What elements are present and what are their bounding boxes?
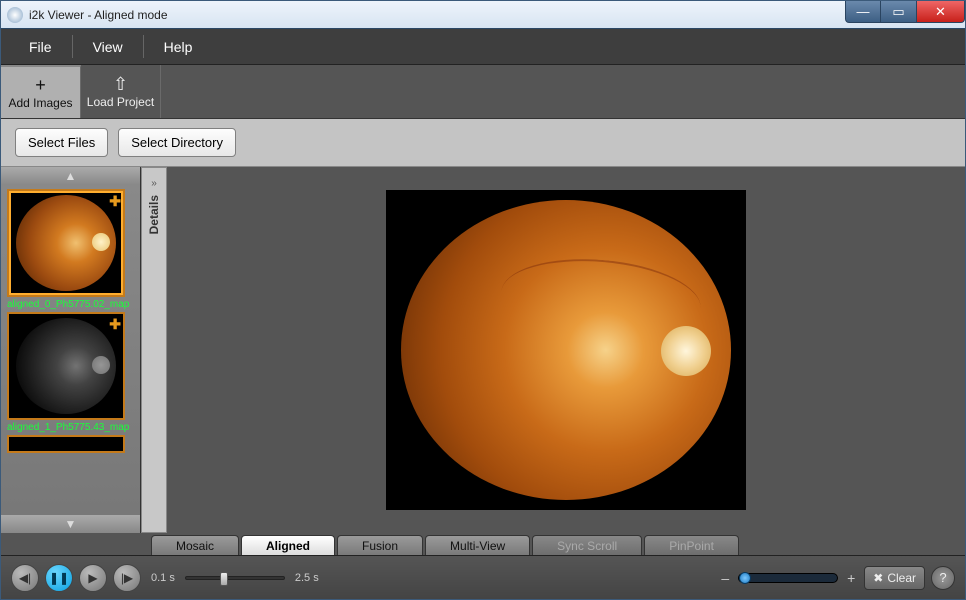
- view-mode-tabs: Mosaic Aligned Fusion Multi-View Sync Sc…: [1, 533, 965, 555]
- maximize-button[interactable]: ▭: [881, 1, 917, 23]
- app-icon: [7, 7, 23, 23]
- retina-image: [401, 200, 731, 500]
- window-controls: — ▭ ✕: [845, 1, 965, 23]
- plus-icon: +: [35, 76, 46, 94]
- select-directory-button[interactable]: Select Directory: [118, 128, 236, 157]
- tab-multiview[interactable]: Multi-View: [425, 535, 530, 555]
- clear-button[interactable]: ✖ Clear: [864, 566, 925, 590]
- step-forward-button[interactable]: |▶: [113, 564, 141, 592]
- thumbnail-sidebar: ▲ ✚ aligned_0_Ph5775.02_map ✚ aligned_1_…: [1, 167, 141, 533]
- image-frame: [386, 190, 746, 510]
- sub-toolbar: Select Files Select Directory: [1, 119, 965, 167]
- zoom-out-button[interactable]: –: [718, 570, 732, 586]
- thumbnail-item[interactable]: [7, 435, 125, 453]
- toolbar: + Add Images ⇧ Load Project: [1, 65, 965, 119]
- close-button[interactable]: ✕: [917, 1, 965, 23]
- tab-aligned[interactable]: Aligned: [241, 535, 335, 555]
- app-window: i2k Viewer - Aligned mode — ▭ ✕ File Vie…: [0, 0, 966, 600]
- tab-syncscroll: Sync Scroll: [532, 535, 642, 555]
- tab-fusion[interactable]: Fusion: [337, 535, 423, 555]
- titlebar[interactable]: i2k Viewer - Aligned mode — ▭ ✕: [1, 1, 965, 29]
- menu-view[interactable]: View: [73, 29, 143, 64]
- window-title: i2k Viewer - Aligned mode: [29, 8, 168, 22]
- clear-label: Clear: [887, 571, 916, 585]
- speed-slider[interactable]: [185, 576, 285, 580]
- load-project-button[interactable]: ⇧ Load Project: [81, 65, 161, 118]
- add-images-label: Add Images: [8, 96, 72, 110]
- details-label: Details: [147, 195, 161, 234]
- add-overlay-icon[interactable]: ✚: [109, 316, 121, 333]
- add-images-button[interactable]: + Add Images: [1, 65, 81, 118]
- thumbnail-label: aligned_0_Ph5775.02_map: [7, 299, 134, 310]
- select-files-button[interactable]: Select Files: [15, 128, 108, 157]
- chevron-right-icon: »: [151, 178, 157, 189]
- minimize-button[interactable]: —: [845, 1, 881, 23]
- workspace: ▲ ✚ aligned_0_Ph5775.02_map ✚ aligned_1_…: [1, 167, 965, 533]
- scroll-up-button[interactable]: ▲: [1, 167, 140, 185]
- tab-mosaic[interactable]: Mosaic: [151, 535, 239, 555]
- time-max-label: 2.5 s: [295, 572, 319, 584]
- retina-thumb-icon: [16, 195, 116, 291]
- zoom-in-button[interactable]: +: [844, 570, 858, 586]
- zoom-knob[interactable]: [739, 572, 751, 584]
- menu-help[interactable]: Help: [144, 29, 213, 64]
- load-project-label: Load Project: [87, 95, 154, 109]
- thumbnail-list: ✚ aligned_0_Ph5775.02_map ✚ aligned_1_Ph…: [1, 185, 140, 515]
- add-overlay-icon[interactable]: ✚: [109, 193, 121, 210]
- x-icon: ✖: [873, 571, 883, 585]
- step-back-button[interactable]: ◀|: [11, 564, 39, 592]
- tab-pinpoint: PinPoint: [644, 535, 739, 555]
- scroll-down-button[interactable]: ▼: [1, 515, 140, 533]
- thumbnail-item[interactable]: ✚: [7, 189, 125, 297]
- menubar: File View Help: [1, 29, 965, 65]
- thumbnail-item[interactable]: ✚: [7, 312, 125, 420]
- slider-knob[interactable]: [220, 572, 228, 586]
- menu-file[interactable]: File: [9, 29, 72, 64]
- help-button[interactable]: ?: [931, 566, 955, 590]
- footer-bar: ◀| ❚❚ ▶ |▶ 0.1 s 2.5 s – + ✖ Clear ?: [1, 555, 965, 599]
- main-canvas[interactable]: [167, 167, 965, 533]
- time-min-label: 0.1 s: [151, 572, 175, 584]
- play-button[interactable]: ▶: [79, 564, 107, 592]
- details-drawer-toggle[interactable]: » Details: [141, 167, 167, 533]
- thumbnail-label: aligned_1_Ph5775.43_map: [7, 422, 134, 433]
- retina-thumb-icon: [16, 318, 116, 414]
- pause-button[interactable]: ❚❚: [45, 564, 73, 592]
- zoom-slider[interactable]: [738, 573, 838, 583]
- up-arrow-icon: ⇧: [113, 75, 128, 93]
